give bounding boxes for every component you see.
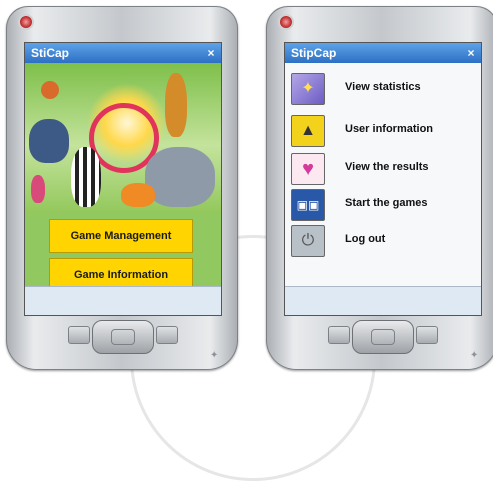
user-icon[interactable]: ▲ (291, 115, 325, 147)
memory-zoo-artwork (25, 63, 221, 213)
left-device-frame: StiCap × Game Management Game Informatio… (6, 6, 238, 370)
heart-icon[interactable]: ♥ (291, 153, 325, 185)
right-bottom-bar (285, 286, 481, 315)
right-softkey[interactable] (156, 326, 178, 344)
menu-item-label: Log out (345, 233, 386, 245)
left-titlebar: StiCap × (25, 43, 221, 63)
elephant-figure (145, 147, 215, 207)
statistics-icon[interactable]: ✦ (291, 73, 325, 105)
menu-item-label: Start the games (345, 197, 428, 209)
close-icon[interactable]: × (464, 46, 478, 60)
right-softkey[interactable] (416, 326, 438, 344)
monkey-figure (41, 81, 59, 99)
zebra-figure (71, 147, 101, 207)
right-device-frame: StipCap × ✦ View statistics ▲ User infor… (266, 6, 493, 370)
giraffe-figure (165, 73, 187, 137)
power-led (280, 16, 292, 28)
menu-item-label: User information (345, 123, 434, 135)
windows-logo-icon: ✦ (470, 350, 479, 361)
power-led (20, 16, 32, 28)
tiger-figure (121, 183, 155, 207)
power-icon[interactable]: ⏻ (291, 225, 325, 257)
flamingo-figure (31, 175, 45, 203)
menu-item-user-information[interactable]: ▲ User information (285, 113, 481, 147)
windows-logo-icon: ✦ (210, 350, 219, 361)
left-softkey[interactable] (328, 326, 350, 344)
left-app-title: StiCap (31, 46, 70, 60)
left-softkey[interactable] (68, 326, 90, 344)
menu-item-view-statistics[interactable]: ✦ View statistics (285, 71, 481, 105)
menu-item-view-results[interactable]: ♥ View the results (285, 151, 481, 185)
close-icon[interactable]: × (204, 46, 218, 60)
menu-item-log-out[interactable]: ⏻ Log out (285, 223, 481, 257)
menu-item-label: View the results (345, 161, 429, 173)
animal-figure (29, 119, 69, 163)
dpad-button[interactable] (92, 320, 154, 354)
menu-item-start-games[interactable]: ▣▣ Start the games (285, 187, 481, 221)
dpad-button[interactable] (352, 320, 414, 354)
right-app-title: StipCap (291, 46, 337, 60)
left-screen: StiCap × Game Management Game Informatio… (24, 42, 222, 316)
right-screen: StipCap × ✦ View statistics ▲ User infor… (284, 42, 482, 316)
games-icon[interactable]: ▣▣ (291, 189, 325, 221)
left-bottom-bar (25, 286, 221, 315)
right-titlebar: StipCap × (285, 43, 481, 63)
menu-item-label: View statistics (345, 81, 421, 93)
game-management-button[interactable]: Game Management (49, 219, 193, 253)
